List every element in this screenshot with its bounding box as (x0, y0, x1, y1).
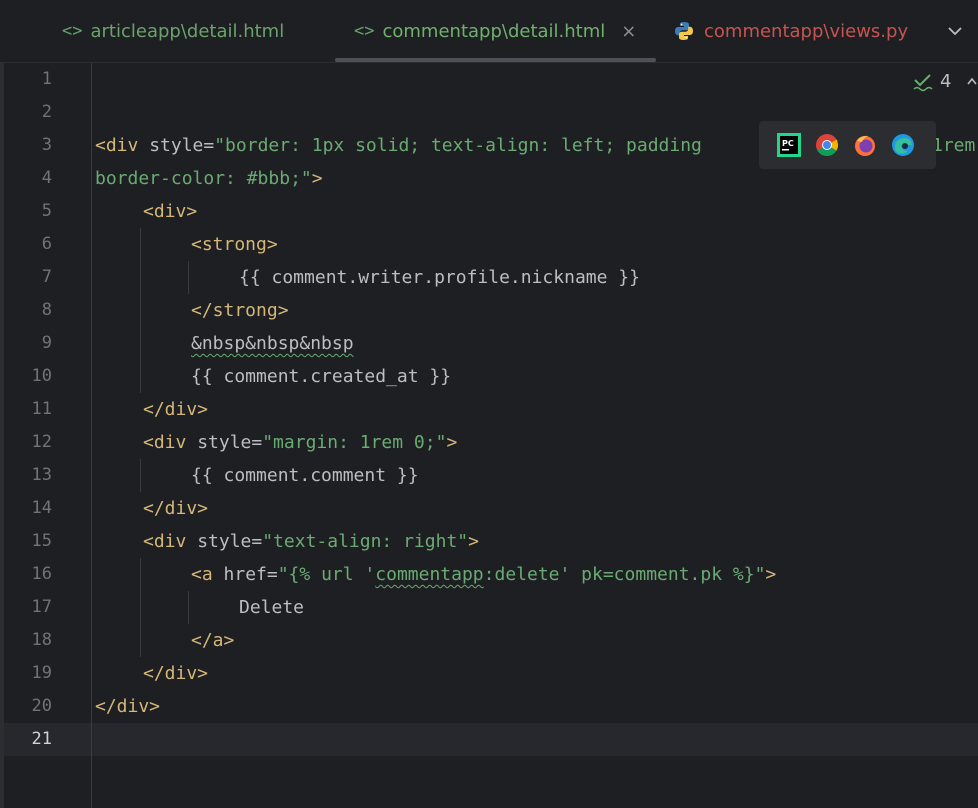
line-number: 20 (31, 696, 52, 716)
line-number: 10 (31, 366, 52, 386)
code-line-10: {{ comment.created_at }} (191, 366, 452, 387)
python-file-icon (675, 22, 693, 40)
chevron-down-icon[interactable] (946, 22, 964, 40)
line-number: 8 (41, 300, 52, 320)
code-line-14: </div> (143, 498, 209, 519)
check-mark-icon (913, 73, 933, 91)
line-number-current: 21 (31, 729, 52, 749)
indent-guide (140, 228, 141, 393)
line-number: 14 (31, 498, 52, 518)
line-number: 3 (41, 135, 52, 155)
line-number: 12 (31, 432, 52, 452)
code-line-4: border-color: #bbb;"> (95, 168, 323, 189)
chevron-up-icon[interactable] (966, 75, 978, 87)
pycharm-icon[interactable]: PC (777, 133, 801, 157)
code-line-7: {{ comment.writer.profile.nickname }} (239, 267, 640, 288)
line-number: 19 (31, 663, 52, 683)
tab-commentapp-views[interactable]: commentapp\views.py (674, 0, 908, 62)
active-tab-indicator (335, 58, 656, 62)
code-line-19: </div> (143, 663, 209, 684)
code-line-3: <div style="border: 1px solid; text-alig… (95, 135, 702, 156)
code-line-11: </div> (143, 399, 209, 420)
code-editor[interactable]: 1 2 3 4 5 6 7 8 9 10 11 12 13 14 15 16 1… (0, 63, 978, 808)
line-number: 17 (31, 597, 52, 617)
edge-icon[interactable] (891, 133, 915, 157)
close-tab-icon[interactable]: × (621, 21, 636, 42)
line-number: 9 (41, 333, 52, 353)
code-line-6: <strong> (191, 234, 278, 255)
line-number: 15 (31, 531, 52, 551)
line-number: 6 (41, 234, 52, 254)
code-line-17: Delete (239, 597, 305, 618)
tab-label: commentapp\detail.html (382, 20, 606, 42)
code-line-18: </a> (191, 630, 235, 651)
line-number: 1 (41, 69, 52, 89)
line-number: 4 (41, 168, 52, 188)
code-line-9: &nbsp&nbsp&nbsp (191, 333, 354, 354)
indent-guide (140, 558, 141, 657)
firefox-icon[interactable] (853, 133, 877, 157)
line-number: 11 (31, 399, 52, 419)
browser-preview-bar: PC (759, 121, 936, 169)
code-line-16: <a href="{% url 'commentapp:delete' pk=c… (191, 564, 777, 585)
line-number: 18 (31, 630, 52, 650)
chrome-icon[interactable] (815, 133, 839, 157)
current-line-highlight (4, 723, 978, 756)
html-file-icon: <> (354, 21, 375, 41)
line-number: 5 (41, 201, 52, 221)
indent-guide (140, 459, 141, 492)
inspection-count: 4 (940, 71, 952, 92)
html-file-icon: <> (62, 21, 83, 41)
tab-label: commentapp\views.py (704, 20, 909, 42)
line-number: 2 (41, 102, 52, 122)
tab-label: articleapp\detail.html (90, 20, 285, 42)
code-line-13: {{ comment.comment }} (191, 465, 419, 486)
indent-guide (188, 591, 189, 624)
line-number: 13 (31, 465, 52, 485)
code-line-12: <div style="margin: 1rem 0;"> (143, 432, 458, 453)
tab-articleapp-detail[interactable]: <> articleapp\detail.html (62, 0, 284, 62)
code-line-20: </div> (95, 696, 161, 717)
inspection-widget[interactable]: 4 (912, 71, 951, 92)
code-line-3-tail: 1rem (932, 135, 976, 156)
indent-guide (188, 261, 189, 294)
line-number: 7 (41, 267, 52, 287)
line-number: 16 (31, 564, 52, 584)
code-line-5: <div> (143, 201, 198, 222)
code-line-15: <div style="text-align: right"> (143, 531, 479, 552)
editor-tab-bar: <> articleapp\detail.html <> commentapp\… (0, 0, 978, 63)
tab-commentapp-detail[interactable]: <> commentapp\detail.html × (354, 0, 636, 62)
code-line-8: </strong> (191, 300, 289, 321)
svg-text:PC: PC (782, 139, 794, 148)
